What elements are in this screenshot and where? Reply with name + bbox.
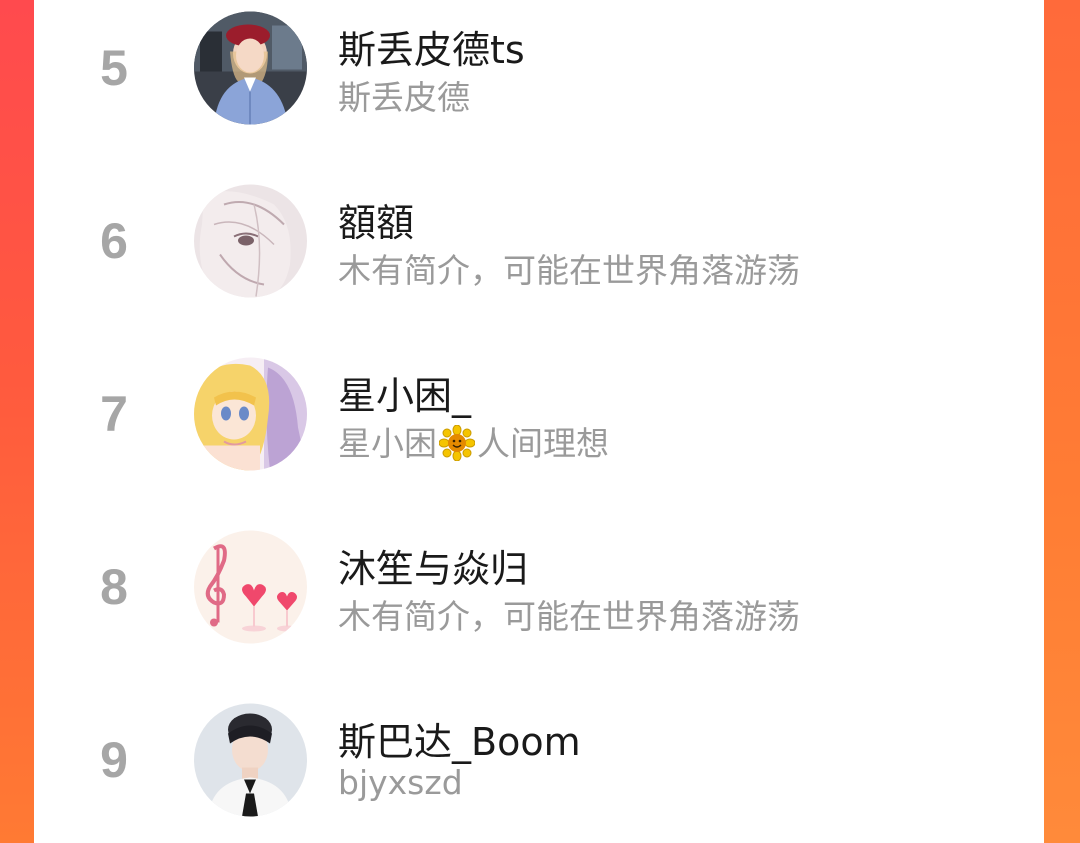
app-background: 5 斯丢皮德ts 斯丢皮德 6 額額 木有简介，可能在世界角落游荡 7 星小困_… (0, 0, 1080, 843)
avatar[interactable] (194, 530, 307, 644)
rank-number: 9 (100, 732, 128, 788)
avatar[interactable] (194, 703, 307, 817)
rank-number: 6 (100, 213, 128, 269)
list-item[interactable]: 5 斯丢皮德ts 斯丢皮德 (34, 0, 1044, 143)
user-bio: 星小困 人间理想 (338, 417, 609, 465)
music-note-hearts-icon (194, 530, 307, 644)
user-name: 沐笙与焱归 (338, 547, 529, 591)
list-item[interactable]: 8 沐笙与焱归 木有简介，可能在世界角落游荡 (34, 512, 1044, 662)
user-name: 星小困_ (338, 374, 472, 418)
avatar[interactable] (194, 11, 307, 125)
user-bio: 木有简介，可能在世界角落游荡 (338, 597, 800, 636)
user-bio: bjyxszd (338, 763, 463, 802)
ranking-list: 5 斯丢皮德ts 斯丢皮德 6 額額 木有简介，可能在世界角落游荡 7 星小困_… (34, 0, 1044, 843)
user-name: 斯巴达_Boom (338, 720, 581, 764)
list-item[interactable]: 6 額額 木有简介，可能在世界角落游荡 (34, 166, 1044, 316)
avatar-photo-icon (194, 11, 307, 125)
list-item[interactable]: 9 斯巴达_Boom bjyxszd (34, 685, 1044, 835)
rank-number: 8 (100, 559, 128, 615)
user-name: 額額 (338, 201, 415, 245)
user-bio-text: 人间理想 (477, 424, 609, 463)
rank-number: 5 (100, 40, 128, 96)
sunflower-emoji-icon (439, 425, 475, 461)
user-bio: 木有简介，可能在世界角落游荡 (338, 251, 800, 290)
avatar-photo-man-icon (194, 703, 307, 817)
list-item[interactable]: 7 星小困_ 星小困 人间理想 (34, 339, 1044, 489)
avatar-anime-icon (194, 357, 307, 471)
avatar[interactable] (194, 357, 307, 471)
user-bio-text: 星小困 (338, 424, 437, 463)
user-name: 斯丢皮德ts (338, 28, 525, 72)
user-bio: 斯丢皮德 (338, 78, 470, 117)
rank-number: 7 (100, 386, 128, 442)
avatar-sketch-icon (194, 184, 307, 298)
avatar[interactable] (194, 184, 307, 298)
